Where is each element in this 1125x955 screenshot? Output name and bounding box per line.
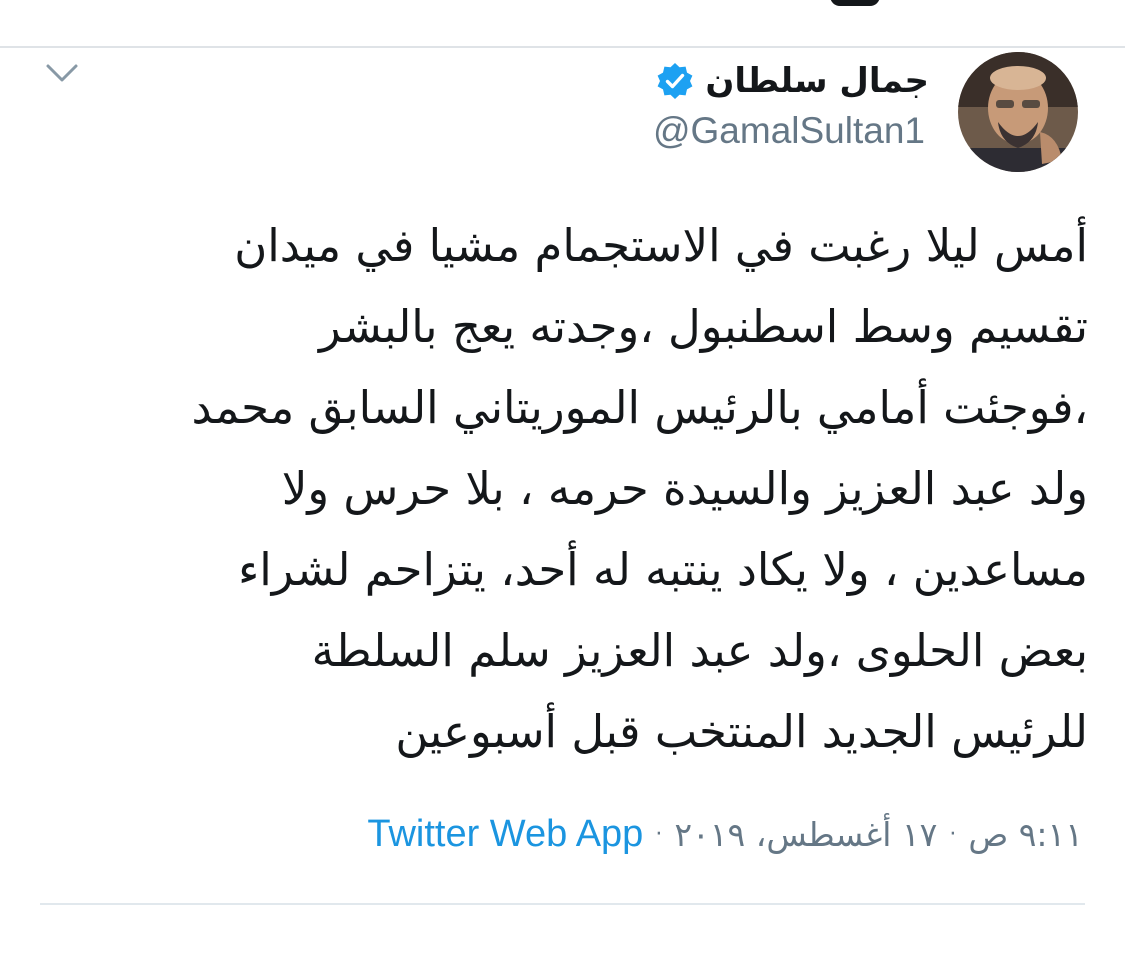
tweet-metadata: ٩:١١ ص · ١٧ أغسطس، ٢٠١٩ · Twitter Web Ap… — [367, 806, 1083, 862]
display-name[interactable]: جمال سلطان — [705, 61, 929, 101]
tweet-line: للرئيس الجديد المنتخب قبل أسبوعين — [395, 705, 1088, 758]
tweet-line: ولد عبد العزيز والسيدة حرمه ، بلا حرس ول… — [281, 462, 1088, 515]
meta-separator: · — [655, 821, 663, 847]
tweet-line: بعض الحلوى ،ولد عبد العزيز سلم السلطة — [311, 624, 1088, 677]
top-divider — [0, 46, 1125, 48]
avatar[interactable] — [958, 52, 1078, 172]
chevron-down-icon[interactable] — [44, 58, 80, 88]
user-handle[interactable]: @GamalSultan1 — [653, 110, 925, 152]
tweet-text: أمس ليلا رغبت في الاستجمام مشيا في ميدان… — [40, 205, 1088, 772]
source-link[interactable]: Twitter Web App — [367, 813, 643, 856]
tweet-line: ،فوجئت أمامي بالرئيس الموريتاني السابق م… — [191, 381, 1088, 434]
previous-tweet-fragment — [830, 0, 880, 6]
bottom-divider — [40, 903, 1085, 905]
tweet-line: مساعدين ، ولا يكاد ينتبه له أحد، يتزاحم … — [238, 543, 1088, 596]
tweet-time[interactable]: ٩:١١ ص — [968, 815, 1083, 854]
tweet-date[interactable]: ١٧ أغسطس، ٢٠١٩ — [674, 815, 937, 854]
verified-badge-icon — [655, 61, 695, 101]
meta-separator: · — [949, 821, 957, 847]
tweet-line: أمس ليلا رغبت في الاستجمام مشيا في ميدان — [234, 219, 1088, 272]
tweet-line: تقسيم وسط اسطنبول ،وجدته يعج بالبشر — [319, 300, 1088, 353]
author-name-row: جمال سلطان — [655, 56, 929, 106]
